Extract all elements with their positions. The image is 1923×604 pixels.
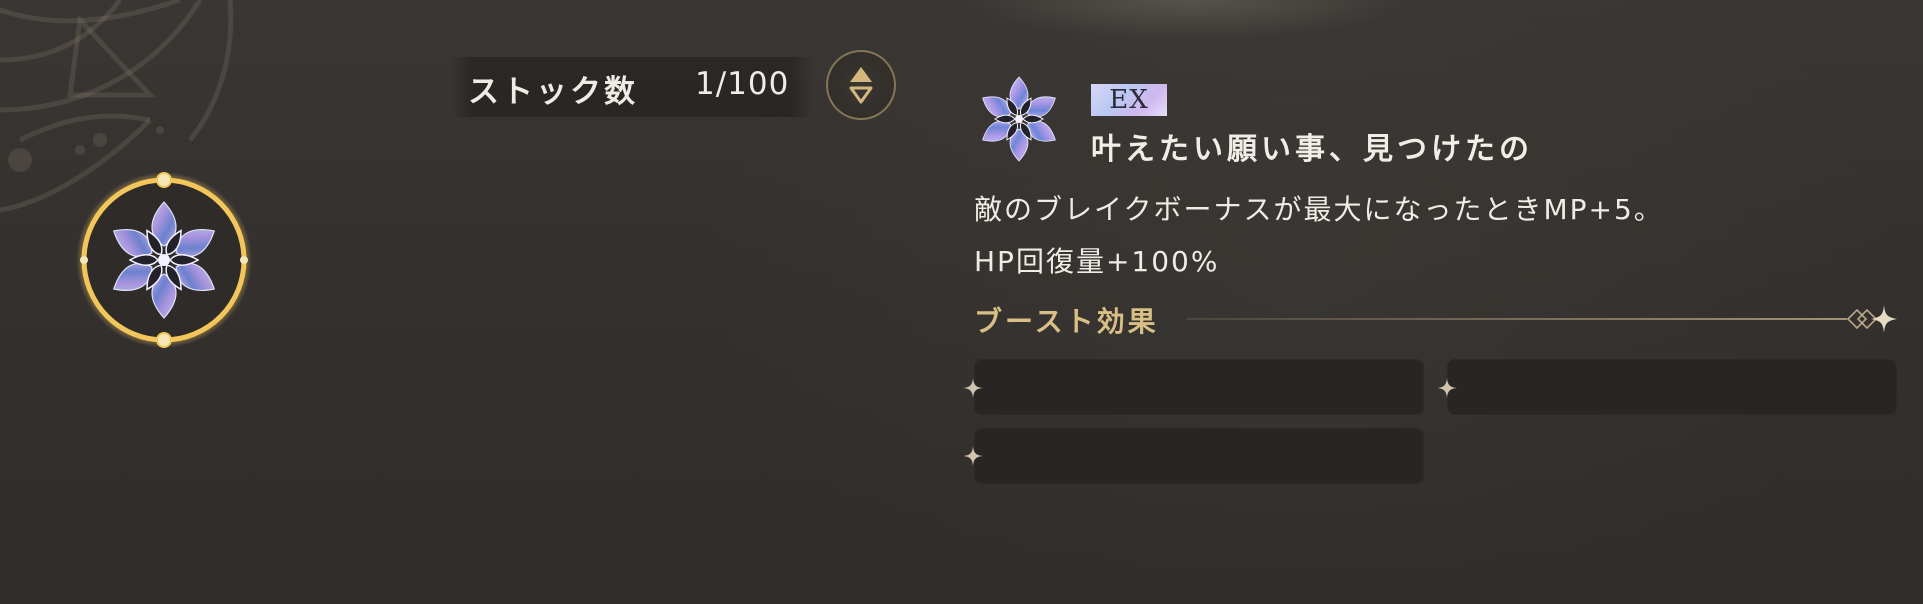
item-description-line-1: 敵のブレイクボーナスが最大になったときMP+5。 (974, 193, 1664, 226)
boost-slot-2[interactable] (1447, 359, 1897, 415)
sparkle-icon (963, 446, 983, 466)
boost-divider (1187, 318, 1847, 320)
item-description-line-2: HP回復量+100% (974, 245, 1220, 278)
divider-ornament-icon (1846, 305, 1897, 333)
boost-section-title: ブースト効果 (974, 305, 1159, 338)
sort-toggle-icon (849, 67, 873, 104)
sparkle-icon (963, 378, 983, 398)
stock-label: ストック数 (468, 74, 638, 110)
selected-item-emblem[interactable] (74, 170, 254, 350)
item-name: 叶えたい願い事、見つけたの (1091, 132, 1533, 167)
boost-slot-3[interactable] (974, 428, 1424, 484)
sort-toggle-button[interactable] (826, 50, 896, 120)
sparkle-icon (1437, 378, 1457, 398)
boost-slot-1[interactable] (974, 359, 1424, 415)
rank-badge: EX (1091, 84, 1167, 116)
item-emblem-icon (982, 76, 1056, 162)
stock-value: 1/100 (695, 66, 790, 102)
